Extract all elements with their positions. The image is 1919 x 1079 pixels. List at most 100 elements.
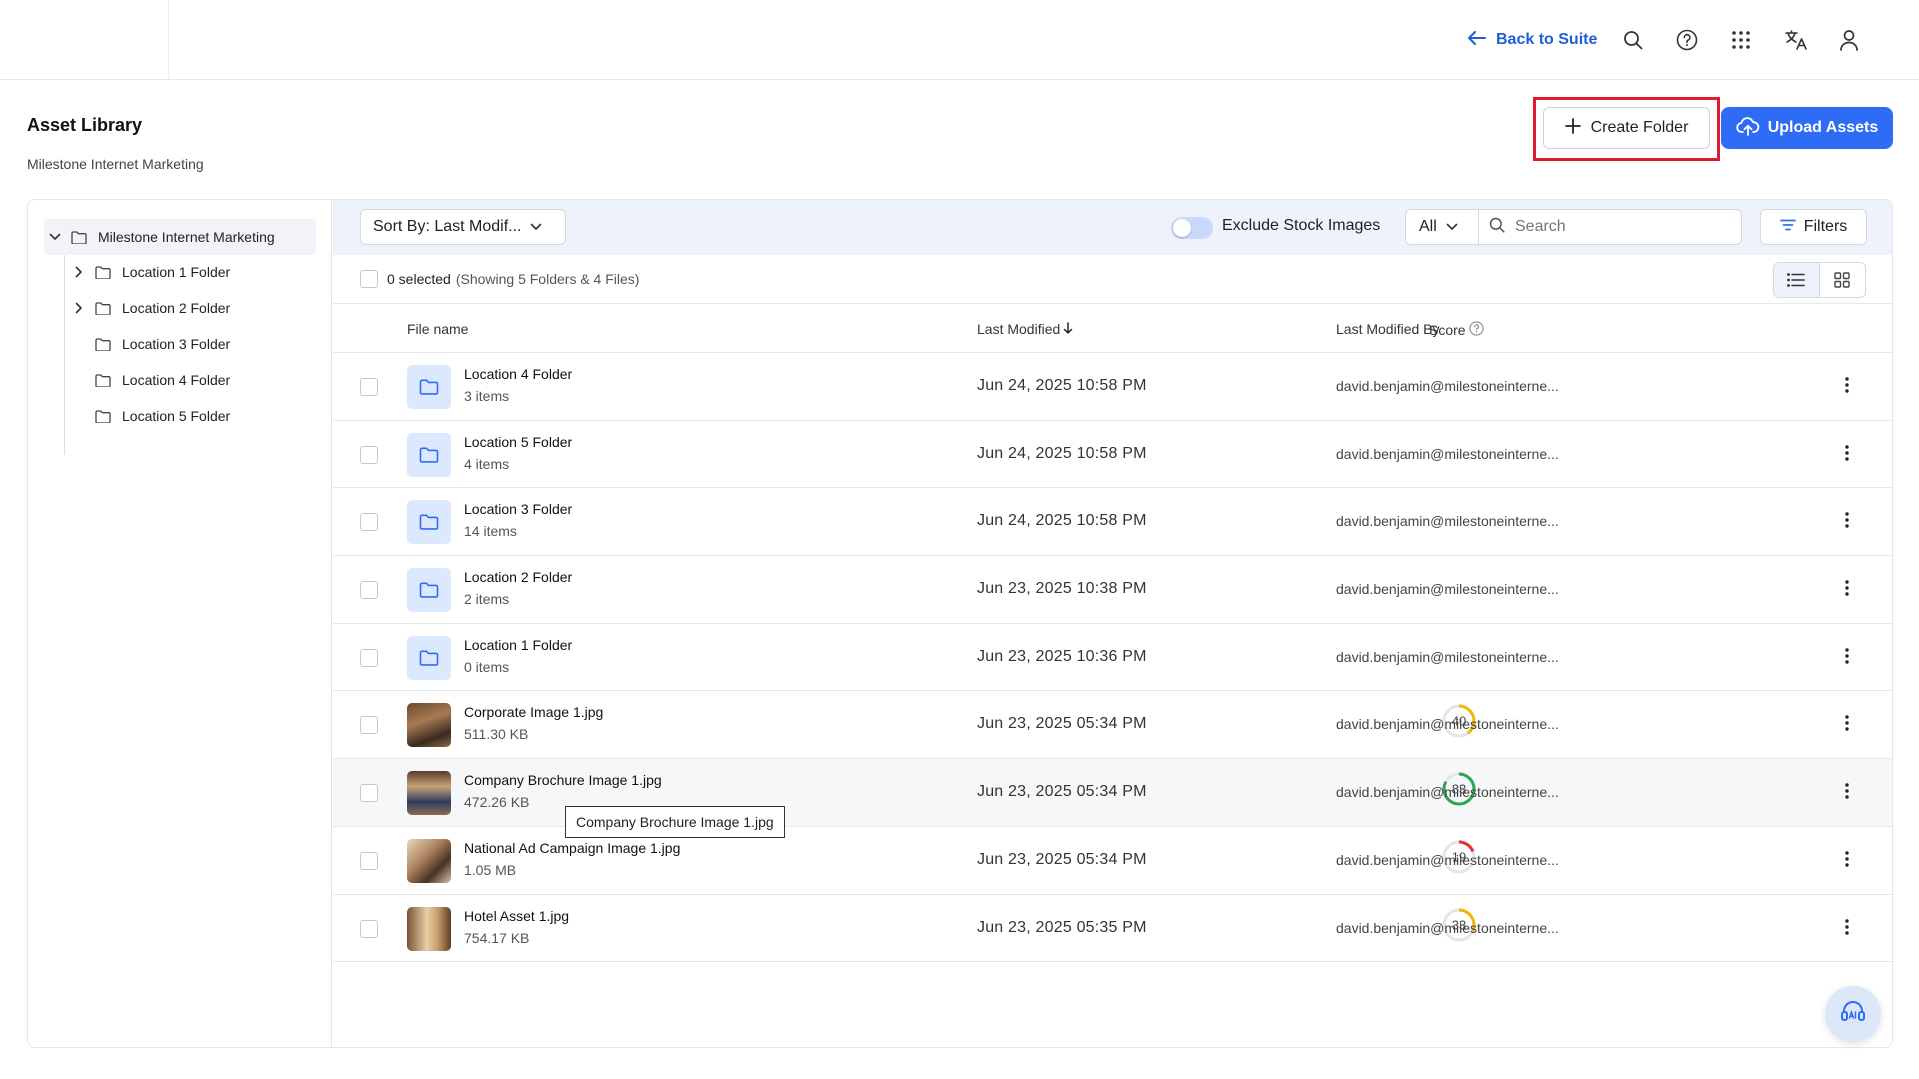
page-subtitle: Milestone Internet Marketing [27,156,204,172]
more-options-icon[interactable] [1835,441,1859,465]
arrow-down-icon [1063,321,1073,337]
row-checkbox[interactable] [360,581,378,600]
file-date: Jun 24, 2025 10:58 PM [977,377,1147,394]
sort-dropdown[interactable]: Sort By: Last Modif... [360,209,566,245]
sidebar-item-location-3[interactable]: Location 3 Folder [68,327,230,361]
apps-grid-icon[interactable] [1727,26,1755,54]
sidebar-item-location-5[interactable]: Location 5 Folder [68,399,230,433]
type-filter-select[interactable]: All [1405,209,1479,245]
list-view-icon[interactable] [1774,263,1820,297]
file-name[interactable]: Location 1 Folder [464,637,572,653]
ai-assistant-button[interactable] [1825,986,1881,1042]
table-row[interactable]: Location 2 Folder 2 items Jun 23, 2025 1… [333,556,1892,624]
chevron-right-icon[interactable] [68,302,90,314]
row-checkbox[interactable] [360,851,378,870]
row-checkbox[interactable] [360,445,378,464]
table-row[interactable]: Corporate Image 1.jpg 511.30 KB Jun 23, … [333,691,1892,760]
sidebar-item-location-1[interactable]: Location 1 Folder [68,255,230,289]
row-checkbox[interactable] [360,378,378,396]
more-options-icon[interactable] [1835,644,1859,668]
folder-icon [66,230,92,244]
search-field[interactable] [1478,209,1742,245]
exclude-stock-label: Exclude Stock Images [1222,217,1381,234]
header-divider [168,0,169,80]
row-checkbox[interactable] [360,919,378,938]
file-name[interactable]: Corporate Image 1.jpg [464,704,603,720]
table-row[interactable]: Location 1 Folder 0 items Jun 23, 2025 1… [333,624,1892,692]
more-options-icon[interactable] [1835,779,1859,803]
folder-icon [90,301,116,315]
search-icon[interactable] [1619,26,1647,54]
file-date: Jun 23, 2025 05:35 PM [977,918,1147,936]
file-date: Jun 24, 2025 10:58 PM [977,444,1147,462]
more-options-icon[interactable] [1835,915,1859,939]
filters-button[interactable]: Filters [1760,209,1867,245]
translate-icon[interactable] [1782,26,1810,54]
file-name[interactable]: Location 5 Folder [464,434,572,450]
search-input[interactable] [1515,218,1715,236]
file-name[interactable]: National Ad Campaign Image 1.jpg [464,840,680,856]
file-date: Jun 23, 2025 05:34 PM [977,783,1147,801]
exclude-stock-toggle[interactable] [1171,217,1213,239]
file-meta: 472.26 KB [464,794,530,811]
more-options-icon[interactable] [1835,576,1859,600]
table-row[interactable]: Location 4 Folder 3 items Jun 24, 2025 1… [333,353,1892,421]
grid-view-icon[interactable] [1820,263,1866,297]
chevron-down-icon [530,218,542,236]
help-icon[interactable] [1468,321,1484,339]
file-name[interactable]: Location 4 Folder [464,366,572,382]
table-row[interactable]: Hotel Asset 1.jpg 754.17 KB Jun 23, 2025… [333,895,1892,963]
table-header: File name Last Modified Score Last Modif… [333,305,1892,353]
help-icon[interactable] [1673,26,1701,54]
file-name[interactable]: Hotel Asset 1.jpg [464,908,569,924]
toolbar: Sort By: Last Modif... Exclude Stock Ima… [333,200,1892,255]
user-icon[interactable] [1835,26,1863,54]
more-options-icon[interactable] [1835,508,1859,532]
column-file-name[interactable]: File name [407,321,468,337]
more-options-icon[interactable] [1835,847,1859,871]
upload-assets-label: Upload Assets [1767,119,1879,136]
file-name[interactable]: Company Brochure Image 1.jpg [464,772,662,788]
chevron-right-icon[interactable] [68,266,90,278]
filename-tooltip: Company Brochure Image 1.jpg [565,806,785,838]
image-thumbnail[interactable] [407,771,451,816]
image-thumbnail[interactable] [407,838,451,883]
select-all-checkbox[interactable] [360,270,378,288]
folder-icon [407,365,451,409]
sidebar-item-location-4[interactable]: Location 4 Folder [68,363,230,397]
create-folder-button[interactable]: Create Folder [1543,107,1710,149]
file-name[interactable]: Location 3 Folder [464,501,572,517]
column-last-modified-by[interactable]: Last Modified By [1336,321,1440,337]
chevron-down-icon[interactable] [44,233,66,241]
image-thumbnail[interactable] [407,906,451,951]
back-to-suite-link[interactable]: Back to Suite [1468,26,1597,54]
row-checkbox[interactable] [360,784,378,803]
row-checkbox[interactable] [360,513,378,532]
column-file-name-label: File name [407,321,469,337]
sidebar-item-label: Location 1 Folder [122,264,231,280]
table-row[interactable]: Location 5 Folder 4 items Jun 24, 2025 1… [333,421,1892,489]
column-last-modified[interactable]: Last Modified [977,321,1073,337]
sort-label: Sort By: Last Modif... [373,218,522,235]
modified-by: david.benjamin@milestoneinterne... [1336,513,1559,530]
create-folder-label: Create Folder [1590,119,1689,136]
row-checkbox[interactable] [360,716,378,735]
arrow-left-icon [1468,30,1486,50]
more-options-icon[interactable] [1835,711,1859,735]
sidebar-item-label: Location 3 Folder [122,336,231,352]
folder-tree: Milestone Internet Marketing Location 1 … [28,200,332,1047]
folder-icon [407,635,451,680]
file-meta: 511.30 KB [464,726,529,743]
row-checkbox[interactable] [360,648,378,667]
image-thumbnail[interactable] [407,703,451,748]
tree-guide-line [64,255,65,455]
upload-assets-button[interactable]: Upload Assets [1721,107,1893,149]
modified-by: david.benjamin@milestoneinterne... [1336,378,1559,394]
column-last-modified-by-label: Last Modified By [1336,321,1440,337]
filter-lines-icon [1779,218,1796,236]
table-row[interactable]: Location 3 Folder 14 items Jun 24, 2025 … [333,488,1892,557]
sidebar-item-location-2[interactable]: Location 2 Folder [68,291,230,325]
file-name[interactable]: Location 2 Folder [464,569,572,585]
more-options-icon[interactable] [1835,373,1859,397]
tree-root-item[interactable]: Milestone Internet Marketing [44,219,316,255]
